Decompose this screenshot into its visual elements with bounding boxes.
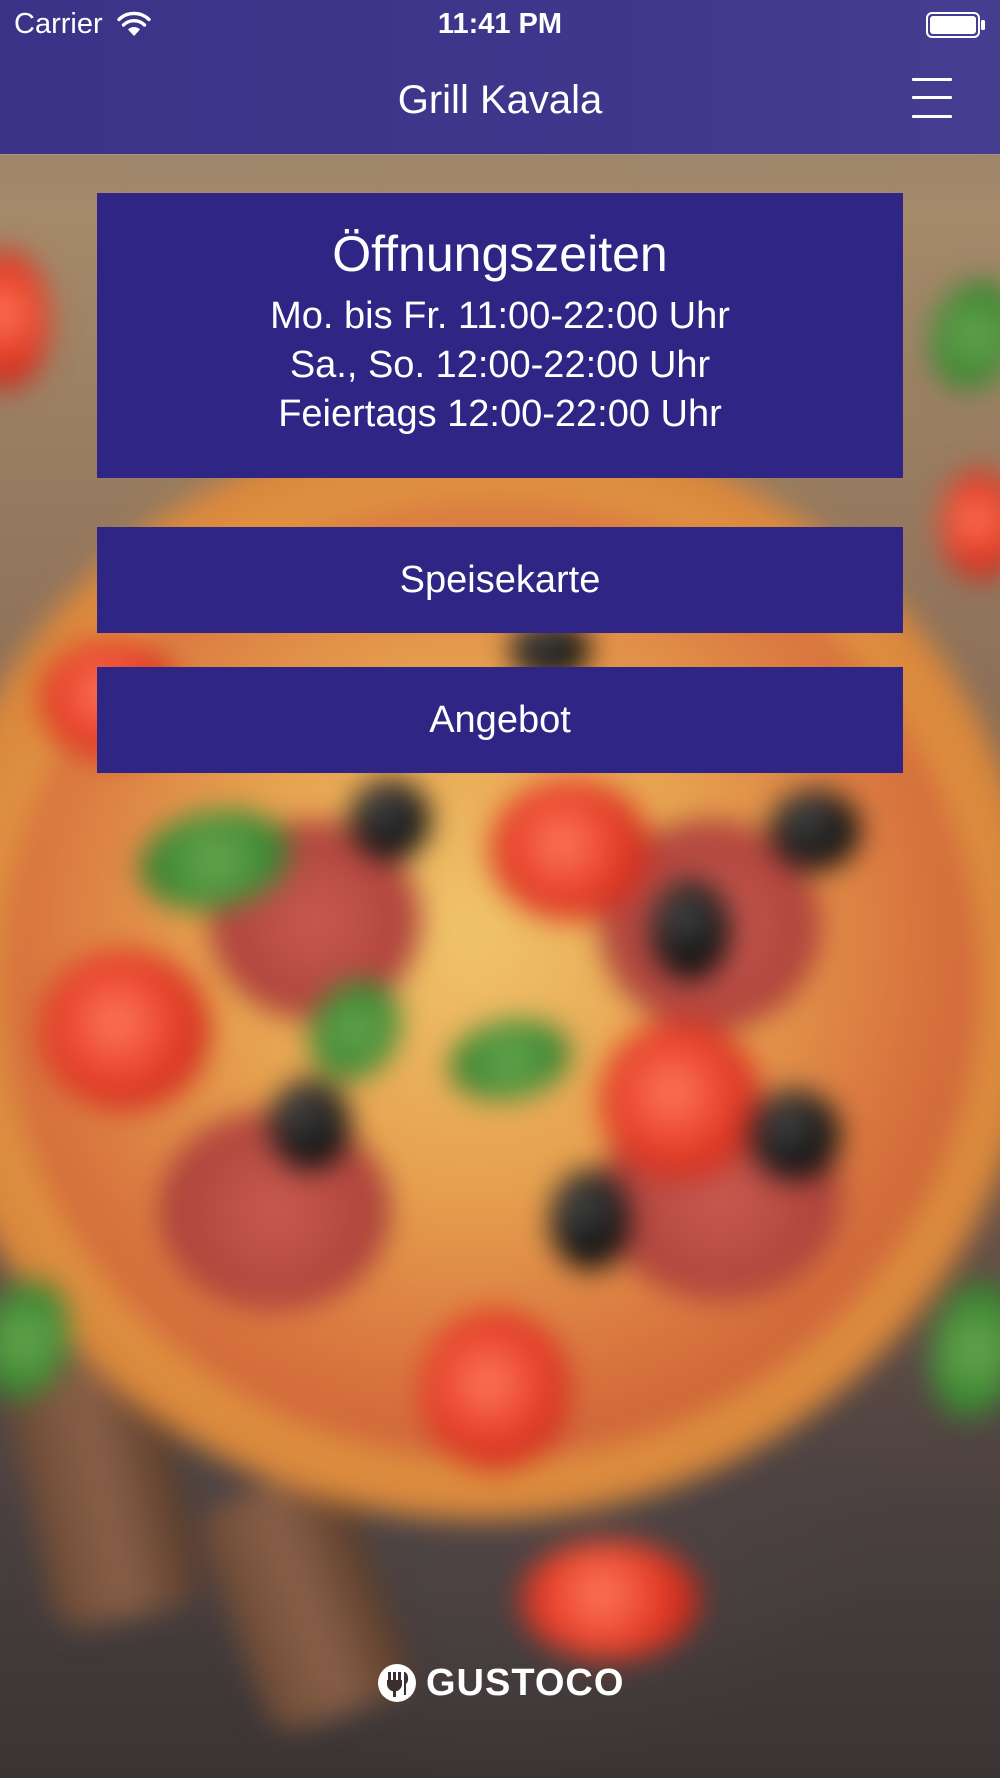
opening-hours-weekend: Sa., So. 12:00-22:00 Uhr — [289, 344, 711, 386]
footer-logo: GUSTOCO — [0, 1660, 1000, 1706]
opening-hours-title: Öffnungszeiten — [332, 226, 668, 282]
plug-fork-knife-icon — [377, 1664, 416, 1702]
status-bar: Carrier 11:41 PM — [0, 0, 1000, 50]
offer-button[interactable]: Angebot — [97, 667, 903, 773]
battery-icon — [926, 12, 985, 38]
opening-hours-holidays: Feiertags 12:00-22:00 Uhr — [278, 393, 722, 435]
footer-brand: GUSTOCO — [426, 1662, 625, 1704]
menu-button[interactable]: Speisekarte — [97, 527, 903, 633]
app-title: Grill Kavala — [397, 78, 603, 122]
clock: 11:41 PM — [437, 8, 563, 40]
opening-hours-weekdays: Mo. bis Fr. 11:00-22:00 Uhr — [270, 295, 730, 337]
opening-hours-panel: Öffnungszeiten Mo. bis Fr. 11:00-22:00 U… — [97, 193, 903, 478]
hamburger-menu-icon[interactable] — [912, 78, 952, 118]
